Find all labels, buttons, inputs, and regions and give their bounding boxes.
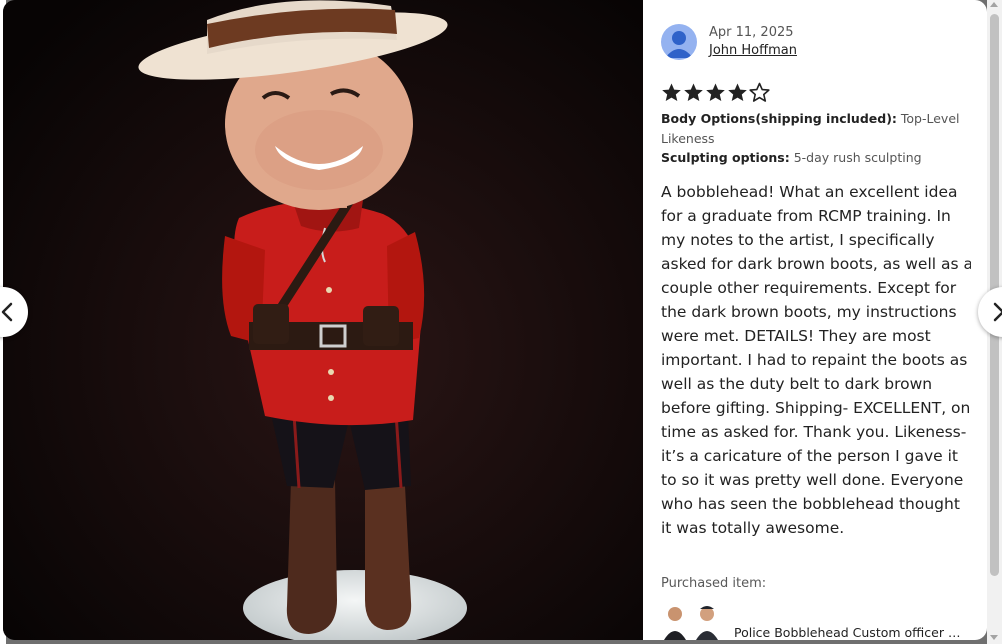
chevron-left-icon — [1, 302, 13, 322]
star-filled-icon — [661, 82, 682, 103]
option-body-label: Body Options(shipping included): — [661, 111, 897, 126]
avatar — [661, 24, 697, 60]
purchased-item-image — [664, 606, 718, 640]
star-filled-icon — [705, 82, 726, 103]
star-filled-icon — [727, 82, 748, 103]
review-details: Apr 11, 2025 John Hoffman Body Options(s… — [661, 0, 971, 640]
user-avatar-icon — [665, 31, 693, 58]
purchased-item-thumbnail[interactable] — [661, 604, 721, 640]
star-filled-icon — [683, 82, 704, 103]
review-text: A bobblehead! What an excellent idea for… — [661, 183, 971, 537]
option-body: Body Options(shipping included): Top-Lev… — [661, 109, 961, 149]
chevron-right-icon — [993, 302, 1002, 322]
reviewer-name-link[interactable]: John Hoffman — [709, 43, 797, 58]
star-rating — [661, 82, 770, 104]
option-sculpting-label: Sculpting options: — [661, 150, 790, 165]
purchased-item-label: Purchased item: — [661, 576, 767, 591]
previous-photo-button[interactable] — [0, 287, 28, 337]
review-photo — [3, 0, 643, 640]
review-photo-modal: Apr 11, 2025 John Hoffman Body Options(s… — [3, 0, 987, 640]
star-empty-icon — [749, 82, 770, 103]
review-date: Apr 11, 2025 — [709, 25, 794, 40]
scroll-up-icon[interactable] — [990, 2, 998, 7]
next-photo-button[interactable] — [978, 287, 1002, 337]
option-sculpting: Sculpting options: 5-day rush sculpting — [661, 148, 961, 168]
purchased-item-link[interactable]: Police Bobblehead Custom officer Gift — [661, 604, 971, 640]
scroll-down-icon[interactable] — [990, 635, 998, 640]
option-sculpting-value: 5-day rush sculpting — [793, 150, 922, 165]
bobblehead-photo-illustration — [3, 0, 643, 640]
purchased-item-title[interactable]: Police Bobblehead Custom officer Gift — [734, 625, 970, 640]
